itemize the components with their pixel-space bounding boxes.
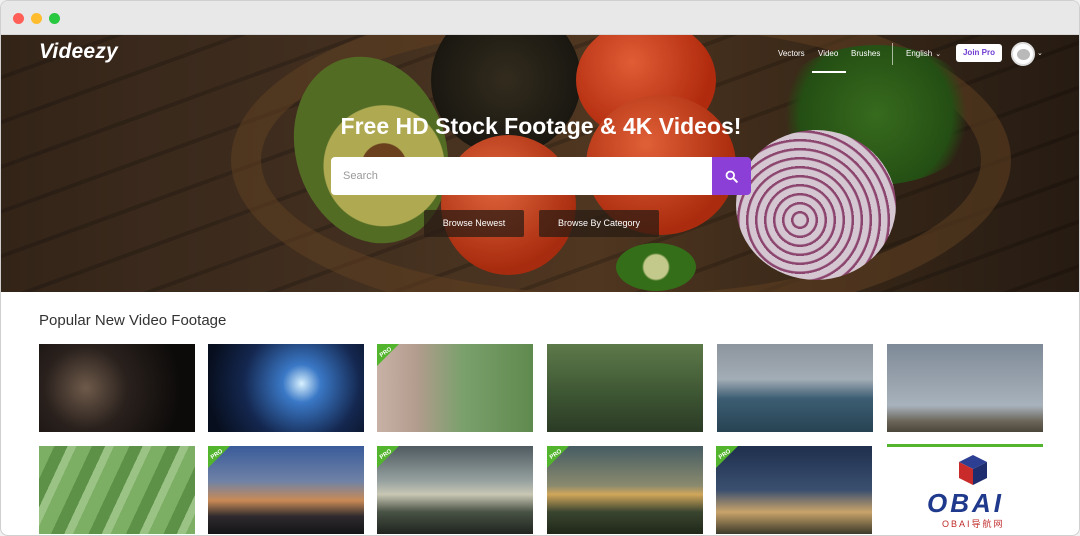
video-thumbnail[interactable]: PRO xyxy=(547,446,703,534)
watermark-logo-text: OBAI xyxy=(927,488,1004,518)
browse-by-category-button[interactable]: Browse By Category xyxy=(539,210,659,237)
nav-item-brushes[interactable]: Brushes xyxy=(851,49,880,58)
watermark-subtitle: OBAI导航网 xyxy=(942,519,1005,529)
nav-active-indicator xyxy=(812,71,846,73)
cube-logo-icon xyxy=(959,455,987,485)
nav-divider xyxy=(892,43,893,65)
avatar-face-icon xyxy=(1017,49,1030,60)
video-thumbnail[interactable] xyxy=(547,344,703,432)
browser-window: Videezy Vectors Video Brushes English ⌄ J… xyxy=(0,0,1080,536)
chevron-down-icon[interactable]: ⌄ xyxy=(1037,49,1043,57)
nav-item-vectors[interactable]: Vectors xyxy=(778,49,805,58)
video-thumbnail[interactable]: PRO xyxy=(377,344,533,432)
hero-title: Free HD Stock Footage & 4K Videos! xyxy=(340,113,742,139)
search-icon xyxy=(725,170,738,183)
close-window-button[interactable] xyxy=(13,13,24,24)
section-title: Popular New Video Footage xyxy=(39,312,227,329)
browse-newest-button[interactable]: Browse Newest xyxy=(424,210,524,237)
minimize-window-button[interactable] xyxy=(31,13,42,24)
language-selector[interactable]: English ⌄ xyxy=(906,49,941,58)
title-bar xyxy=(1,1,1079,35)
video-thumbnail[interactable]: PRO xyxy=(208,446,364,534)
maximize-window-button[interactable] xyxy=(49,13,60,24)
search-input[interactable] xyxy=(331,157,712,195)
language-label: English xyxy=(906,49,933,58)
video-thumbnail[interactable] xyxy=(39,446,195,534)
video-thumbnail[interactable] xyxy=(39,344,195,432)
hero-banner: Videezy Vectors Video Brushes English ⌄ J… xyxy=(1,35,1079,292)
video-thumbnail[interactable] xyxy=(887,344,1043,432)
pro-badge-strip xyxy=(887,444,1043,447)
video-thumbnail[interactable] xyxy=(717,344,873,432)
search-button[interactable] xyxy=(712,157,751,195)
nav-item-video[interactable]: Video xyxy=(818,49,838,58)
video-thumbnail[interactable]: PRO xyxy=(377,446,533,534)
chevron-down-icon: ⌄ xyxy=(935,51,942,58)
site-logo[interactable]: Videezy xyxy=(39,40,118,64)
join-pro-button[interactable]: Join Pro xyxy=(956,44,1002,62)
video-thumbnail[interactable] xyxy=(208,344,364,432)
video-thumbnail[interactable]: PRO xyxy=(716,446,872,534)
user-avatar[interactable] xyxy=(1011,42,1035,66)
